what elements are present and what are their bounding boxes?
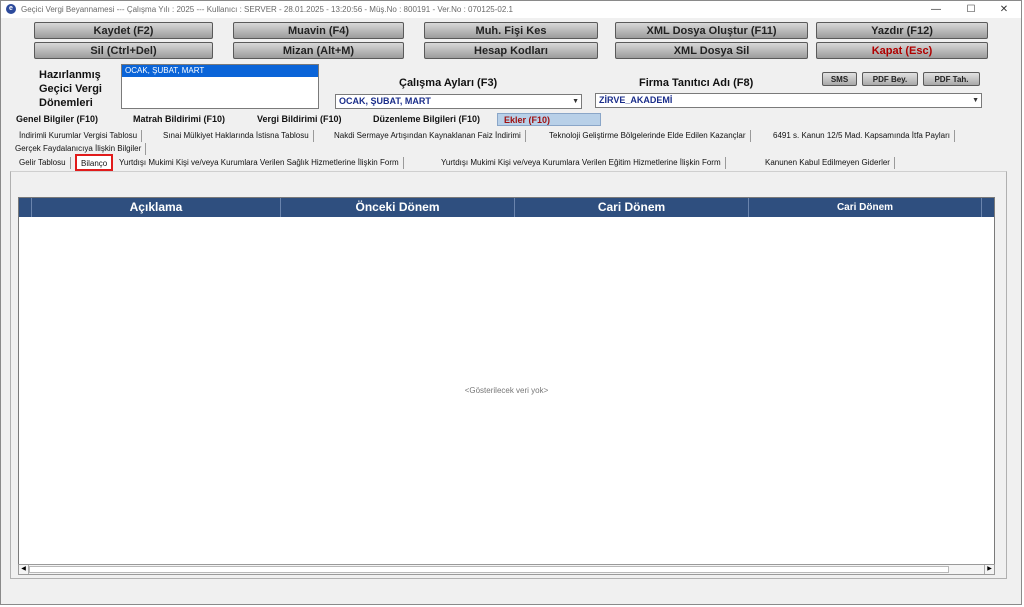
column-cari-donem-2[interactable]: Cari Dönem xyxy=(749,198,982,217)
tab-sinai-mulkiyet[interactable]: Sınai Mülkiyet Haklarında İstisna Tablos… xyxy=(159,130,314,142)
grid-header: Açıklama Önceki Dönem Cari Dönem Cari Dö… xyxy=(19,198,994,217)
window-title: Geçici Vergi Beyannamesi --- Çalışma Yıl… xyxy=(21,5,513,14)
mizan-button[interactable]: Mizan (Alt+M) xyxy=(233,42,404,59)
tab-bilanco[interactable]: Bilanço xyxy=(75,154,114,171)
title-bar: e Geçici Vergi Beyannamesi --- Çalışma Y… xyxy=(1,1,1021,18)
list-item[interactable]: OCAK, ŞUBAT, MART xyxy=(122,65,318,77)
delete-button[interactable]: Sil (Ctrl+Del) xyxy=(34,42,213,59)
company-value: ZİRVE_AKADEMİ xyxy=(599,95,673,105)
muavin-button[interactable]: Muavin (F4) xyxy=(233,22,404,39)
tab-kanunen-kabul[interactable]: Kanunen Kabul Edilmeyen Giderler xyxy=(761,157,895,169)
xml-delete-button[interactable]: XML Dosya Sil xyxy=(615,42,808,59)
tab-yurtdisi-egitim[interactable]: Yurtdışı Mukimi Kişi ve/veya Kurumlara V… xyxy=(437,157,726,169)
column-aciklama[interactable]: Açıklama xyxy=(32,198,281,217)
scroll-thumb[interactable] xyxy=(29,566,949,573)
tab-gelir-tablosu[interactable]: Gelir Tablosu xyxy=(15,157,71,169)
prepared-periods-label-line2: Geçici Vergi xyxy=(39,83,102,95)
pdf-bey-button[interactable]: PDF Bey. xyxy=(862,72,918,86)
tab-yurtdisi-saglik[interactable]: Yurtdışı Mukimi Kişi ve/veya Kurumlara V… xyxy=(115,157,404,169)
column-onceki-donem[interactable]: Önceki Dönem xyxy=(281,198,515,217)
tab-6491-kanun[interactable]: 6491 s. Kanun 12/5 Mad. Kapsamında İtfa … xyxy=(769,130,955,142)
prepared-periods-label-line1: Hazırlanmış xyxy=(39,69,101,81)
xml-create-button[interactable]: XML Dosya Oluştur (F11) xyxy=(615,22,808,39)
grid-header-indicator xyxy=(19,198,32,217)
app-icon: e xyxy=(6,4,16,14)
balance-sheet-grid[interactable]: Açıklama Önceki Dönem Cari Dönem Cari Dö… xyxy=(18,197,995,565)
tab-nakdi-sermaye[interactable]: Nakdi Sermaye Artışından Kaynaklanan Fai… xyxy=(330,130,526,142)
dropdown-arrow-icon[interactable]: ▼ xyxy=(972,94,979,107)
sub-tabs-row3: Gelir Tablosu Bilanço Yurtdışı Mukimi Ki… xyxy=(9,154,1009,171)
scroll-left-icon[interactable]: ◀ xyxy=(19,565,29,574)
prepared-periods-list[interactable]: OCAK, ŞUBAT, MART xyxy=(121,64,319,109)
minimize-icon[interactable]: — xyxy=(921,2,951,17)
print-button[interactable]: Yazdır (F12) xyxy=(816,22,988,39)
tab-vergi-bildirimi[interactable]: Vergi Bildirimi (F10) xyxy=(257,113,342,126)
horizontal-scrollbar[interactable]: ◀ ▶ xyxy=(18,564,995,575)
account-codes-button[interactable]: Hesap Kodları xyxy=(424,42,598,59)
sub-tabs-row2: Gerçek Faydalanıcıya İlişkin Bilgiler xyxy=(9,143,309,155)
tab-genel-bilgiler[interactable]: Genel Bilgiler (F10) xyxy=(16,113,98,126)
sms-button[interactable]: SMS xyxy=(822,72,857,86)
prepared-periods-label-line3: Dönemleri xyxy=(39,97,93,109)
tab-indirimli-kurumlar[interactable]: İndirimli Kurumlar Vergisi Tablosu xyxy=(15,130,143,142)
pdf-tah-button[interactable]: PDF Tah. xyxy=(923,72,980,86)
working-months-label: Çalışma Ayları (F3) xyxy=(399,77,498,89)
scroll-right-icon[interactable]: ▶ xyxy=(984,565,994,574)
muh-fisi-kes-button[interactable]: Muh. Fişi Kes xyxy=(424,22,598,39)
sub-tabs-row1: İndirimli Kurumlar Vergisi Tablosu Sınai… xyxy=(9,130,1009,142)
working-months-value: OCAK, ŞUBAT, MART xyxy=(339,96,431,106)
close-button[interactable]: Kapat (Esc) xyxy=(816,42,988,59)
empty-grid-message: <Gösterilecek veri yok> xyxy=(464,386,549,395)
column-cari-donem[interactable]: Cari Dönem xyxy=(515,198,749,217)
tab-teknoloji-gelistirme[interactable]: Teknoloji Geliştirme Bölgelerinde Elde E… xyxy=(545,130,751,142)
save-button[interactable]: Kaydet (F2) xyxy=(34,22,213,39)
dropdown-arrow-icon[interactable]: ▼ xyxy=(572,95,579,108)
company-label: Firma Tanıtıcı Adı (F8) xyxy=(639,77,754,89)
tab-ekler[interactable]: Ekler (F10) xyxy=(497,113,601,126)
main-tabs: Genel Bilgiler (F10) Matrah Bildirimi (F… xyxy=(1,113,1023,127)
close-icon[interactable]: ✕ xyxy=(989,2,1019,17)
working-months-select[interactable]: OCAK, ŞUBAT, MART ▼ xyxy=(335,94,582,109)
tab-duzenleme-bilgileri[interactable]: Düzenleme Bilgileri (F10) xyxy=(373,113,480,126)
prepared-periods-label: Hazırlanmış Geçici Vergi Dönemleri xyxy=(39,68,102,110)
company-select[interactable]: ZİRVE_AKADEMİ ▼ xyxy=(595,93,982,108)
tab-matrah-bildirimi[interactable]: Matrah Bildirimi (F10) xyxy=(133,113,225,126)
app-window: e Geçici Vergi Beyannamesi --- Çalışma Y… xyxy=(0,0,1022,605)
maximize-icon[interactable]: ☐ xyxy=(956,2,986,17)
